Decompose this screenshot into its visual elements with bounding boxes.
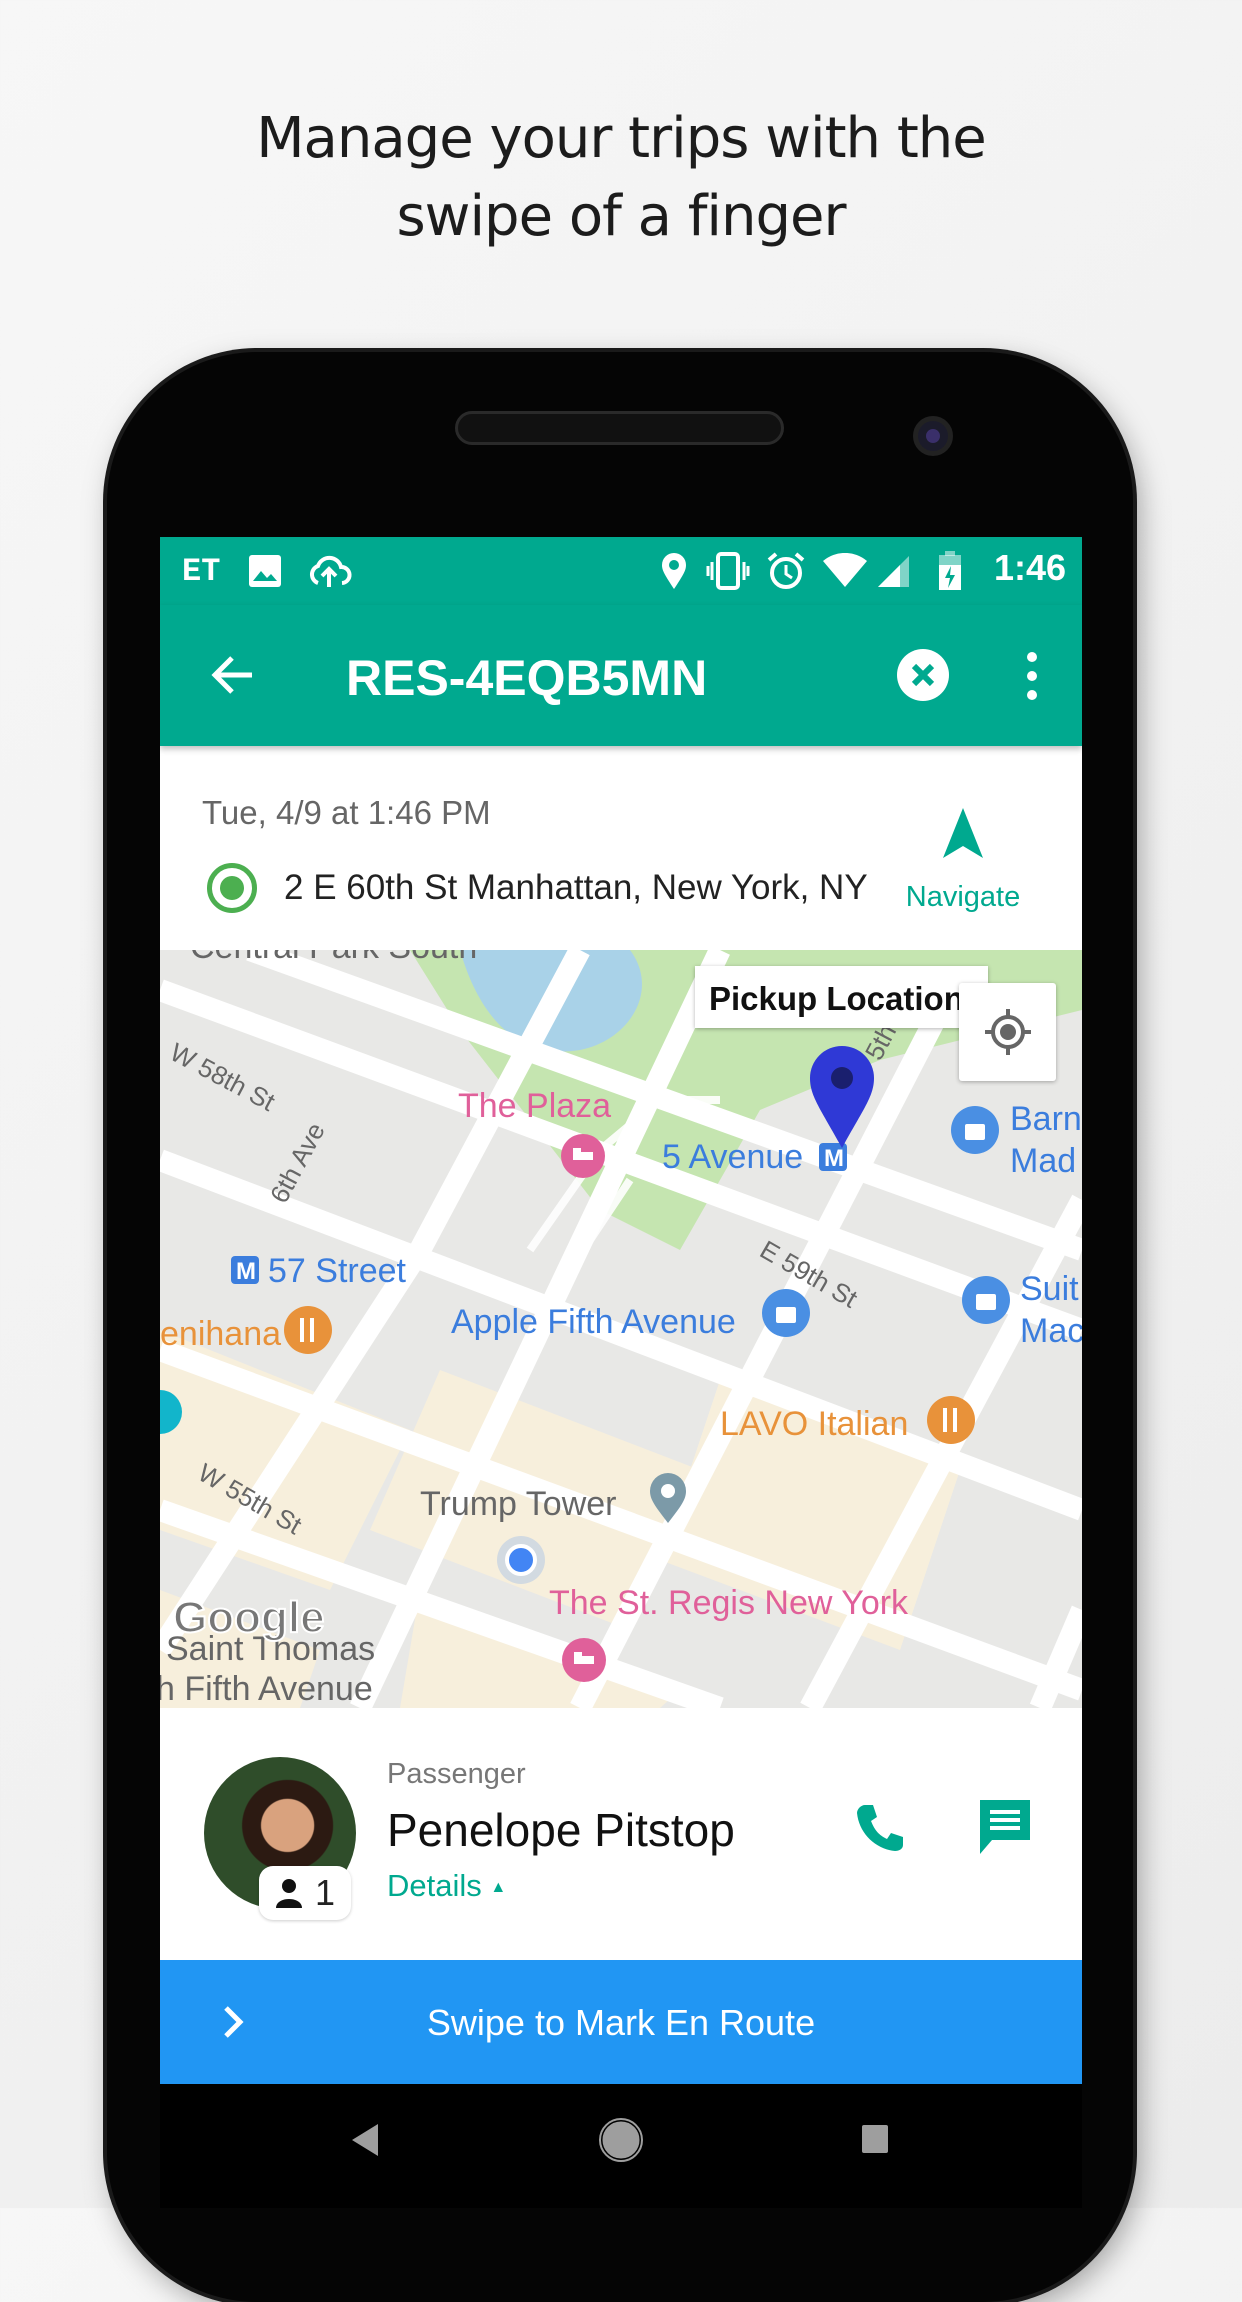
shopping-icon xyxy=(951,1106,999,1154)
trip-address: 2 E 60th St Manhattan, New York, NY xyxy=(284,868,868,907)
map-label-suit-2: Mac xyxy=(1020,1312,1082,1350)
status-time: 1:46 xyxy=(993,547,1066,588)
caret-up-icon: ▲ xyxy=(490,1878,507,1896)
current-location-dot xyxy=(497,1536,545,1584)
map-label-the-plaza: The Plaza xyxy=(458,1087,611,1125)
image-icon xyxy=(248,551,282,591)
headline-line-1: Manage your trips with the xyxy=(256,106,987,171)
restaurant-icon xyxy=(284,1306,332,1354)
shopping-icon-2 xyxy=(962,1276,1010,1324)
more-vert-icon[interactable] xyxy=(1021,649,1043,703)
svg-text:M: M xyxy=(236,1258,256,1285)
my-location-icon xyxy=(984,1009,1031,1055)
close-circle-icon[interactable] xyxy=(896,648,950,702)
map-label-suit-1: Suit xyxy=(1020,1270,1079,1308)
alarm-icon xyxy=(766,551,806,591)
map-label-barn-1: Barn xyxy=(1010,1100,1082,1138)
nav-home-icon[interactable] xyxy=(598,2117,644,2163)
map-view[interactable]: Central Park South W 58th St 6th Ave 5th… xyxy=(160,950,1082,1708)
phone-screen: ET 1:46 RES-4EQB5MN Tue, 4/9 at 1:46 PM … xyxy=(160,537,1082,2208)
map-label-benihana: enihana xyxy=(160,1315,281,1353)
phone-icon xyxy=(857,1805,903,1851)
restaurant-icon-lavo xyxy=(927,1396,975,1444)
navigation-arrow-icon xyxy=(943,808,983,858)
details-label: Details xyxy=(387,1868,482,1903)
map-label-st-regis: The St. Regis New York xyxy=(549,1584,909,1622)
hotel-icon xyxy=(561,1134,605,1178)
map-label-sixth-ave: 6th Ave xyxy=(264,1118,331,1208)
person-icon xyxy=(275,1879,302,1908)
trip-info-card: Tue, 4/9 at 1:46 PM 2 E 60th St Manhatta… xyxy=(160,746,1082,950)
et-app-icon: ET xyxy=(182,552,221,590)
message-button[interactable] xyxy=(978,1798,1032,1856)
chat-icon xyxy=(980,1800,1030,1854)
my-location-button[interactable] xyxy=(959,983,1056,1081)
swipe-label: Swipe to Mark En Route xyxy=(426,2002,816,2043)
map-label-5-avenue: 5 Avenue xyxy=(662,1138,803,1176)
navigate-button[interactable]: Navigate xyxy=(898,798,1028,918)
passenger-name: Penelope Pitstop xyxy=(387,1804,735,1856)
map-label-central-park-south: Central Park South xyxy=(190,950,477,966)
shopping-icon-apple xyxy=(762,1289,810,1337)
map-label-fifth-avenue: h Fifth Avenue xyxy=(160,1670,373,1708)
android-nav-bar xyxy=(160,2084,1082,2208)
svg-text:M: M xyxy=(824,1145,844,1172)
signal-icon xyxy=(876,551,910,591)
map-label-barn-2: Mad xyxy=(1010,1142,1076,1180)
phone-speaker xyxy=(455,411,784,445)
page-title: RES-4EQB5MN xyxy=(346,650,708,706)
pickup-marker-icon xyxy=(207,863,257,913)
hotel-icon-regis xyxy=(562,1638,606,1682)
location-icon xyxy=(660,551,688,591)
navigate-label: Navigate xyxy=(905,881,1021,913)
phone-camera xyxy=(913,416,953,456)
cloud-upload-icon xyxy=(306,551,352,591)
status-bar: ET 1:46 xyxy=(160,537,1082,605)
google-logo: Google xyxy=(173,1593,325,1642)
passenger-count: 1 xyxy=(314,1872,336,1913)
passenger-count-badge: 1 xyxy=(259,1866,351,1920)
headline: Manage your trips with the swipe of a fi… xyxy=(0,100,1242,256)
subway-icon-57: M xyxy=(231,1256,259,1285)
map-label-trump-tower: Trump Tower xyxy=(420,1485,617,1523)
pickup-location-tooltip: Pickup Location xyxy=(695,966,988,1028)
map-label-apple-fifth-avenue: Apple Fifth Avenue xyxy=(451,1303,736,1341)
nav-recents-icon[interactable] xyxy=(861,2124,889,2154)
headline-line-2: swipe of a finger xyxy=(396,184,846,249)
passenger-panel: 1 Passenger Penelope Pitstop Details ▲ xyxy=(160,1708,1082,1960)
vibrate-icon xyxy=(706,551,750,591)
map-label-w58: W 58th St xyxy=(165,1037,281,1117)
trip-datetime: Tue, 4/9 at 1:46 PM xyxy=(202,794,491,831)
arrow-back-icon[interactable] xyxy=(208,650,258,700)
nav-back-icon[interactable] xyxy=(350,2122,380,2158)
wifi-icon xyxy=(822,551,868,591)
battery-charging-icon xyxy=(938,551,962,591)
details-toggle[interactable]: Details ▲ xyxy=(387,1868,506,1904)
call-button[interactable] xyxy=(855,1801,907,1853)
swipe-en-route-slider[interactable]: Swipe to Mark En Route xyxy=(160,1960,1082,2084)
passenger-label: Passenger xyxy=(387,1758,526,1790)
map-label-57-street: 57 Street xyxy=(268,1252,407,1290)
app-bar: RES-4EQB5MN xyxy=(160,605,1082,746)
map-label-lavo-italian: LAVO Italian xyxy=(720,1405,908,1443)
subway-icon: M xyxy=(819,1143,847,1172)
